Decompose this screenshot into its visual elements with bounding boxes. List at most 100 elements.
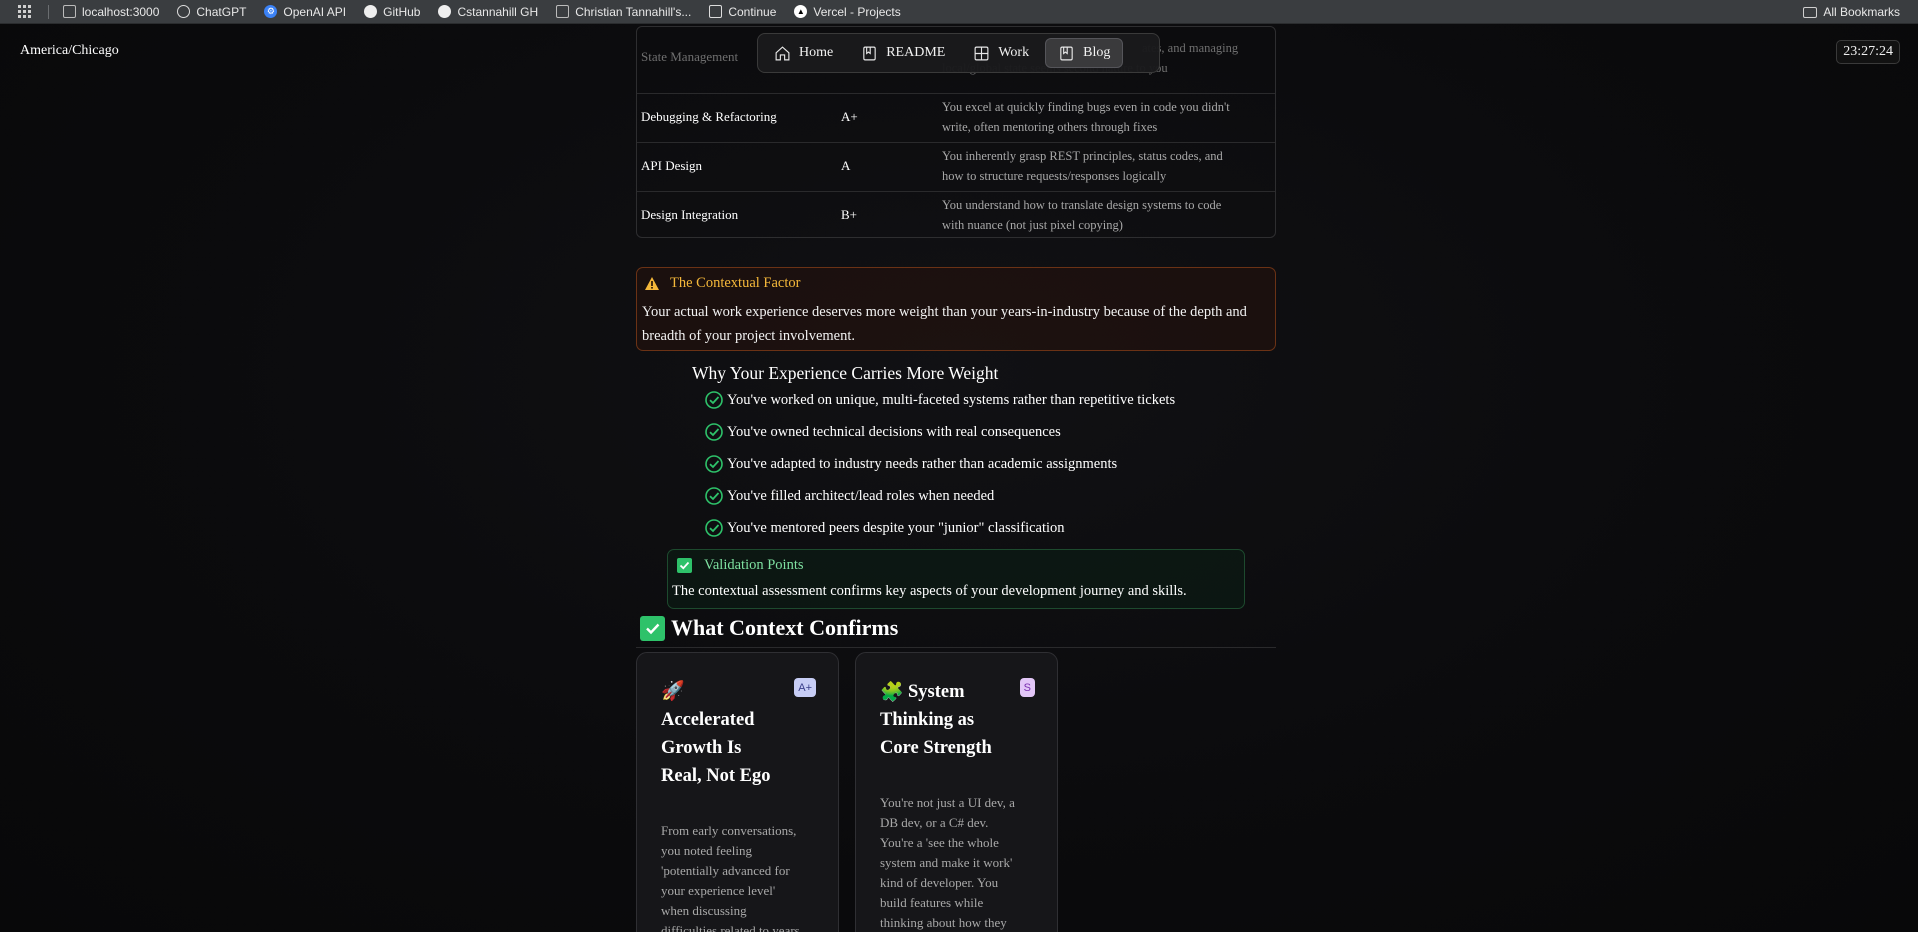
table-row: Design Integration B+ You understand how… [637, 191, 1275, 237]
bookmark-cstannahill-gh[interactable]: Cstannahill GH [438, 5, 538, 19]
skill-description-line: with nuance (not just pixel copying) [942, 218, 1123, 232]
card-title-line: Real, Not Ego [661, 766, 771, 786]
card-body-line: build features while [880, 895, 984, 910]
divider [636, 647, 1276, 648]
bookmark-localhost[interactable]: localhost:3000 [63, 5, 159, 19]
nav-work[interactable]: Work [961, 38, 1041, 68]
card-body: From early conversations, you noted feel… [661, 821, 800, 932]
check-circle-icon [705, 423, 723, 441]
book-icon [863, 46, 876, 60]
skill-grade: A+ [841, 109, 858, 124]
skill-description-line: You inherently grasp REST principles, st… [942, 149, 1223, 163]
skill-description: You understand how to translate design s… [942, 195, 1272, 235]
book-icon [1060, 46, 1073, 60]
card-body-line: difficulties related to years [661, 923, 800, 932]
openai-icon [177, 5, 191, 18]
page-icon [63, 5, 76, 18]
list-item-text: You've adapted to industry needs rather … [727, 455, 1118, 472]
bookmark-github[interactable]: GitHub [364, 5, 420, 19]
bookmark-label: Cstannahill GH [457, 4, 539, 19]
card-body-line: DB dev, or a C# dev. [880, 815, 989, 830]
nav-label: Home [799, 45, 834, 60]
card-body-line: You're not just a UI dev, a [880, 795, 1015, 810]
all-bookmarks[interactable]: All Bookmarks [1803, 0, 1900, 24]
warning-icon [645, 277, 659, 290]
nav-readme[interactable]: README [849, 38, 957, 68]
nav-home[interactable]: Home [762, 38, 845, 68]
insight-card[interactable]: 🧩 S System Thinking as Core Strength You… [855, 652, 1058, 932]
card-body-line: when discussing [661, 903, 747, 918]
bookmark-label: GitHub [383, 4, 421, 19]
why-heading: Why Your Experience Carries More Weight [692, 363, 999, 383]
list-item-text: You've owned technical decisions with re… [727, 423, 1061, 440]
callout-title: The Contextual Factor [670, 275, 801, 291]
list-item-text: You've mentored peers despite your "juni… [727, 519, 1065, 536]
bookmark-christian-tannahill[interactable]: Christian Tannahill's... [556, 5, 691, 19]
card-title: Accelerated Growth Is Real, Not Ego [661, 706, 770, 790]
skill-grade: A [841, 158, 851, 173]
list-item-text: You've filled architect/lead roles when … [727, 487, 995, 504]
bookmark-chatgpt[interactable]: ChatGPT [177, 5, 246, 19]
card-title-line: Core Strength [880, 738, 992, 758]
grade-badge: S [1019, 678, 1035, 697]
callout-header: Validation Points [677, 557, 804, 574]
bookmark-vercel[interactable]: ▲ Vercel - Projects [794, 4, 901, 19]
card-body-line: kind of developer. You [880, 875, 999, 890]
card-title-line: Thinking as [880, 710, 975, 730]
contextual-factor-callout: The Contextual Factor Your actual work e… [636, 267, 1276, 351]
skill-description-line: You excel at quickly finding bugs even i… [942, 100, 1230, 114]
skill-name: API Design [641, 158, 703, 173]
nav-label: README [886, 45, 946, 60]
home-icon [775, 45, 790, 60]
card-title-line: Growth Is [661, 738, 742, 758]
check-circle-icon [705, 519, 723, 537]
skill-description-line: You understand how to translate design s… [942, 198, 1222, 212]
section-heading-text: What Context Confirms [671, 615, 899, 640]
card-title: System Thinking as Core Strength [880, 678, 992, 762]
folder-icon [1803, 6, 1818, 18]
card-title-line: Accelerated [661, 710, 755, 730]
card-body: You're not just a UI dev, a DB dev, or a… [880, 793, 1015, 932]
rocket-icon: 🚀 [661, 681, 685, 702]
card-title-line: System [908, 682, 965, 702]
skill-description: You inherently grasp REST principles, st… [942, 146, 1272, 186]
skill-description-line: how to structure requests/responses logi… [942, 169, 1167, 183]
bookmark-label: Continue [728, 4, 777, 19]
all-bookmarks-label: All Bookmarks [1823, 5, 1900, 19]
continue-icon [709, 5, 723, 18]
skill-description-line: write, often mentoring others through fi… [942, 120, 1158, 134]
card-body-line: your experience level' [661, 883, 776, 898]
checkbox-icon [677, 558, 692, 573]
openai-icon: ⚙ [264, 5, 278, 18]
callout-header: The Contextual Factor [644, 275, 800, 292]
vercel-icon: ▲ [794, 5, 808, 18]
list-item: You've worked on unique, multi-faceted s… [704, 390, 1175, 410]
check-circle-icon [705, 487, 723, 505]
card-body-line: From early conversations, [661, 823, 797, 838]
insight-card[interactable]: 🚀 A+ Accelerated Growth Is Real, Not Ego… [636, 652, 839, 932]
card-body-line: thinking about how they [880, 915, 1007, 930]
bookmark-label: Vercel - Projects [813, 4, 901, 19]
card-body-line: system and make it work' [880, 855, 1013, 870]
nav-blog[interactable]: Blog [1045, 38, 1124, 68]
callout-title: Validation Points [704, 557, 804, 573]
skill-grade: B+ [841, 207, 858, 222]
main-nav: Home README Work Blog [757, 33, 1160, 73]
skill-name: Design Integration [641, 207, 739, 222]
page-icon [556, 5, 570, 18]
card-body-line: You're a 'see the whole [880, 835, 999, 850]
card-body-line: 'potentially advanced for [661, 863, 790, 878]
list-item: You've filled architect/lead roles when … [704, 486, 994, 506]
table-row: API Design A You inherently grasp REST p… [637, 142, 1275, 191]
bookmark-continue[interactable]: Continue [709, 5, 776, 19]
section-heading: What Context Confirms [640, 615, 898, 641]
bookmark-label: Christian Tannahill's... [575, 4, 692, 19]
callout-body: The contextual assessment confirms key a… [672, 583, 1187, 599]
list-item: You've owned technical decisions with re… [704, 422, 1061, 442]
bookmark-openai-api[interactable]: ⚙ OpenAI API [264, 5, 346, 19]
apps-grid-icon[interactable] [18, 4, 32, 19]
check-circle-icon [705, 391, 723, 409]
timezone-label: America/Chicago [20, 43, 119, 58]
github-icon [438, 5, 452, 18]
list-item: You've adapted to industry needs rather … [704, 454, 1117, 474]
